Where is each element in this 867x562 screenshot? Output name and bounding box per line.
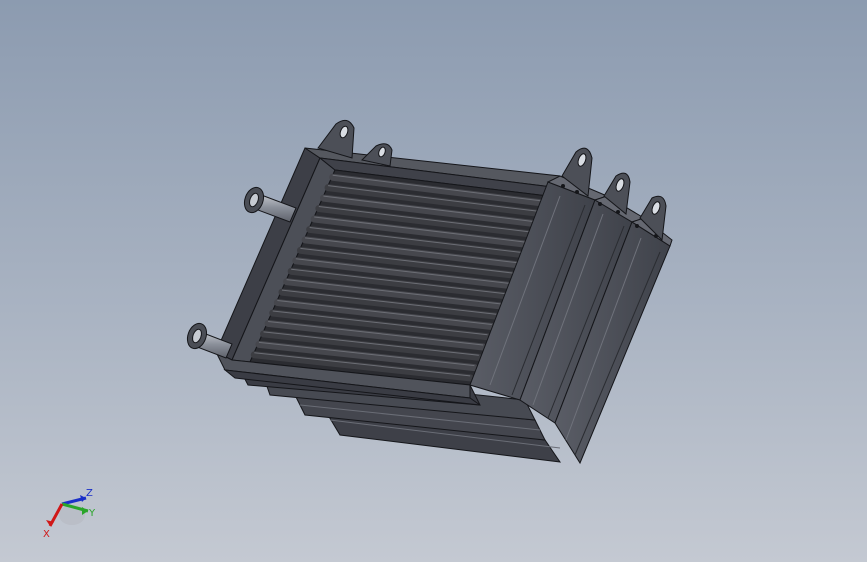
y-axis-arrow-icon [82, 507, 88, 515]
heat-exchanger-model[interactable] [0, 0, 867, 562]
z-axis-label: Z [86, 488, 93, 499]
graphics-viewport[interactable]: X Y Z [0, 0, 867, 562]
reference-triad[interactable]: X Y Z [36, 482, 106, 542]
y-axis-label: Y [88, 508, 96, 519]
x-axis-label: X [43, 529, 50, 540]
